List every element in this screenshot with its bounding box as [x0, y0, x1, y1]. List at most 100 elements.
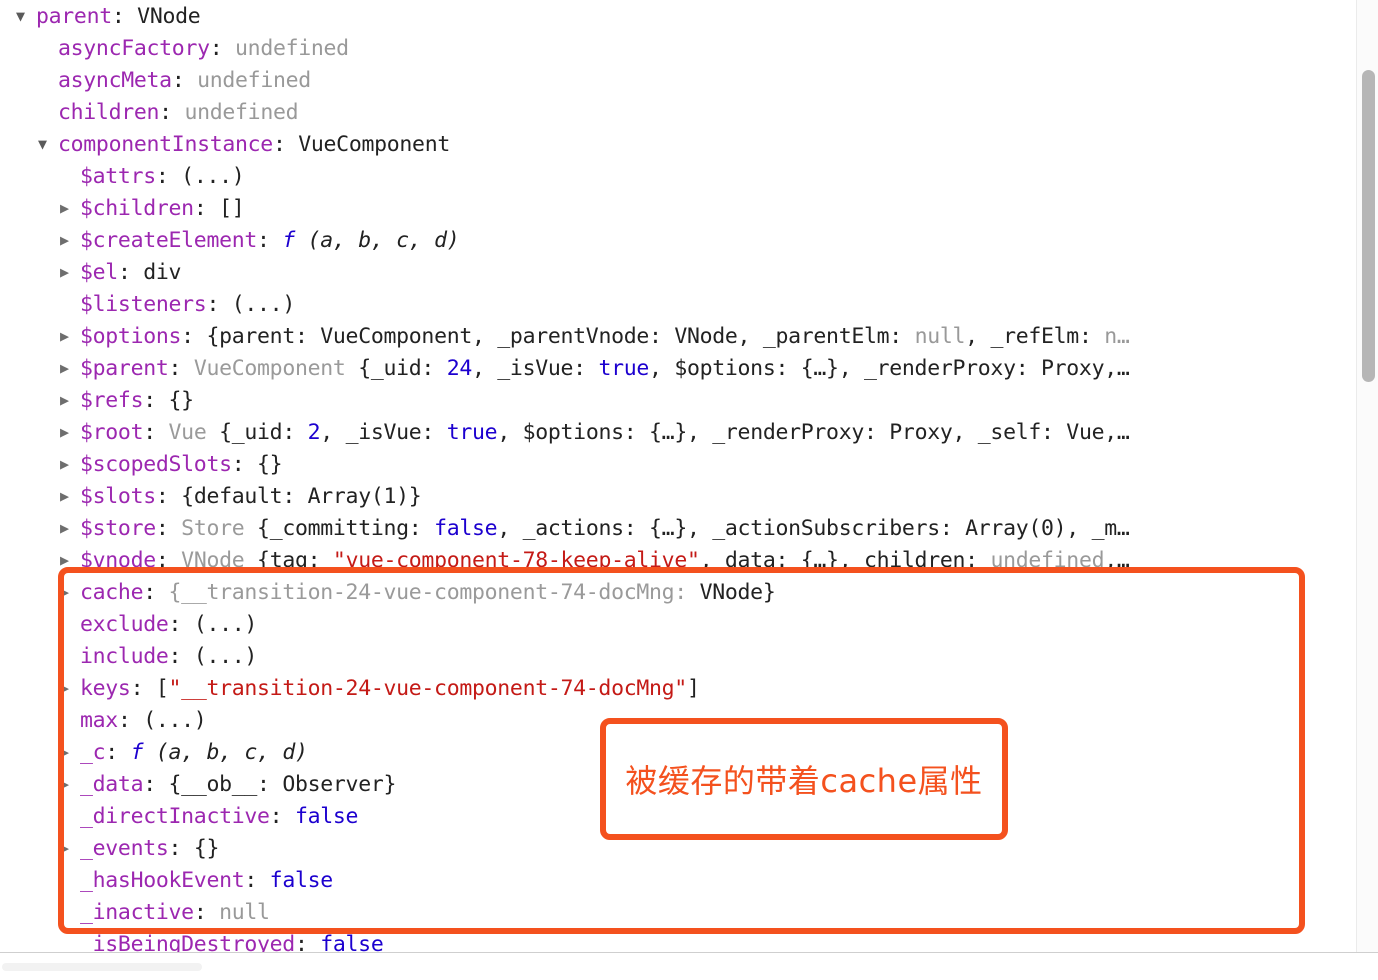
disclosure-triangle-closed-icon[interactable]: ▶ [60, 224, 80, 256]
property-row[interactable]: ▶ keys: ["__transition-24-vue-component-7… [0, 672, 1340, 704]
property-name: _inactive [80, 900, 194, 925]
property-name: $el [80, 260, 118, 285]
property-value-part: : [105, 740, 131, 765]
disclosure-triangle-closed-icon[interactable]: ▶ [60, 736, 80, 768]
property-row[interactable]: ▶ $root: Vue {_uid: 2, _isVue: true, $opt… [0, 416, 1340, 448]
property-row[interactable]: ▶ $refs: {} [0, 384, 1340, 416]
disclosure-triangle-closed-icon[interactable]: ▶ [60, 544, 80, 576]
property-value-part [295, 228, 308, 253]
property-row[interactable]: ▶ $options: {parent: VueComponent, _paren… [0, 320, 1340, 352]
property-row[interactable]: ▶ $createElement: f (a, b, c, d) [0, 224, 1340, 256]
property-row[interactable]: include: (...) [0, 640, 1340, 672]
disclosure-triangle-closed-icon[interactable]: ▶ [60, 384, 80, 416]
property-value-part: : [111, 4, 138, 29]
disclosure-triangle-closed-icon[interactable]: ▶ [60, 448, 80, 480]
property-row[interactable]: ▶ $vnode: VNode {tag: "vue-component-78-k… [0, 544, 1340, 576]
property-value-part: : [269, 804, 295, 829]
disclosure-triangle-closed-icon[interactable]: ▶ [60, 672, 80, 704]
property-row[interactable]: children: undefined [0, 96, 1340, 128]
property-row[interactable]: exclude: (...) [0, 608, 1340, 640]
property-value-part: : [155, 164, 182, 189]
property-value-part: VNode [674, 324, 738, 349]
property-value-part: : [168, 612, 194, 637]
property-row[interactable]: $attrs: (...) [0, 160, 1340, 192]
disclosure-triangle-closed-icon[interactable]: ▶ [60, 192, 80, 224]
disclosure-triangle-closed-icon[interactable]: ▶ [60, 480, 80, 512]
property-value-part: , $options: {…}, _renderProxy: Proxy,… [649, 356, 1130, 381]
property-row[interactable]: ▶ $scopedSlots: {} [0, 448, 1340, 480]
property-value-part: 2 [307, 420, 321, 445]
property-row[interactable]: ▶ $el: div [0, 256, 1340, 288]
property-name: $refs [80, 388, 144, 413]
property-row[interactable]: asyncMeta: undefined [0, 64, 1340, 96]
devtools-console-panel: ▼ parent: VNode asyncFactory: undefined a… [0, 0, 1378, 980]
property-value-part: {default: Array(1)} [181, 484, 422, 509]
disclosure-triangle-closed-icon[interactable]: ▶ [60, 768, 80, 800]
property-name: asyncMeta [58, 68, 172, 93]
property-name: $root [80, 420, 144, 445]
vertical-scrollbar[interactable] [1356, 0, 1378, 952]
property-name: $parent [80, 356, 169, 381]
property-value-part: [] [219, 196, 245, 221]
property-value-part: : [171, 68, 198, 93]
disclosure-triangle-closed-icon[interactable]: ▶ [60, 320, 80, 352]
property-value-part: [ [155, 676, 169, 701]
property-value-part: {_uid: [358, 356, 447, 381]
property-value-part: 24 [446, 356, 473, 381]
property-name: cache [80, 580, 144, 605]
property-row[interactable]: ▶ $children: [] [0, 192, 1340, 224]
disclosure-triangle-open-icon[interactable]: ▼ [38, 128, 58, 160]
property-value-part: f [282, 228, 295, 253]
property-value-part: : [130, 676, 156, 701]
property-value-part: ] [686, 676, 700, 701]
property-row[interactable]: ▶ $parent: VueComponent {_uid: 24, _isVue… [0, 352, 1340, 384]
property-value-part: (...) [143, 708, 207, 733]
property-row[interactable]: asyncFactory: undefined [0, 32, 1340, 64]
disclosure-triangle-closed-icon[interactable]: ▶ [60, 416, 80, 448]
property-value-part: true [446, 420, 498, 445]
property-row[interactable]: _isBeingDestroyed: false [0, 928, 1340, 952]
disclosure-triangle-closed-icon[interactable]: ▶ [60, 832, 80, 864]
disclosure-triangle-closed-icon[interactable]: ▶ [60, 352, 80, 384]
property-row[interactable]: ▶ $store: Store {_committing: false, _act… [0, 512, 1340, 544]
property-row[interactable]: ▼ parent: VNode [0, 0, 1340, 32]
annotation-callout-text: 被缓存的带着cache属性 [625, 762, 983, 800]
property-value-part: : [143, 772, 169, 797]
property-value-part: : [272, 132, 299, 157]
disclosure-triangle-closed-icon[interactable]: ▶ [60, 512, 80, 544]
disclosure-triangle-closed-icon[interactable]: ▶ [60, 256, 80, 288]
disclosure-triangle-closed-icon[interactable]: ▶ [60, 576, 80, 608]
property-value-part: : [143, 420, 169, 445]
property-value-part: : [143, 580, 169, 605]
property-value-part: div [143, 260, 182, 285]
property-name: asyncFactory [58, 36, 210, 61]
property-value-part: , $options: {…}, _renderProxy: Proxy, _s… [497, 420, 1130, 445]
property-value-part: VNode [137, 4, 201, 29]
property-name: $children [80, 196, 194, 221]
property-name: _data [80, 772, 144, 797]
property-value-part: VueComponent [320, 324, 472, 349]
property-row[interactable]: _inactive: null [0, 896, 1340, 928]
property-row[interactable]: ▶ $slots: {default: Array(1)} [0, 480, 1340, 512]
property-value-part: VueComponent [193, 356, 359, 381]
horizontal-scrollbar-thumb[interactable] [2, 963, 202, 971]
property-row[interactable]: $listeners: (...) [0, 288, 1340, 320]
property-row[interactable]: ▶ cache: {__transition-24-vue-component-7… [0, 576, 1340, 608]
property-row[interactable]: _hasHookEvent: false [0, 864, 1340, 896]
property-name: $options [80, 324, 182, 349]
property-value-part: {} [168, 388, 195, 413]
property-value-part: , _parentElm: [737, 324, 915, 349]
property-row[interactable]: ▼ componentInstance: VueComponent [0, 128, 1340, 160]
annotation-callout-box: 被缓存的带着cache属性 [600, 718, 1008, 840]
property-value-part: (...) [181, 164, 245, 189]
property-value-part: {__transition-24-vue-component-74-docMng… [168, 580, 700, 605]
disclosure-triangle-open-icon[interactable]: ▼ [16, 0, 36, 32]
property-value-part: : [143, 388, 169, 413]
vertical-scrollbar-thumb[interactable] [1362, 70, 1375, 382]
